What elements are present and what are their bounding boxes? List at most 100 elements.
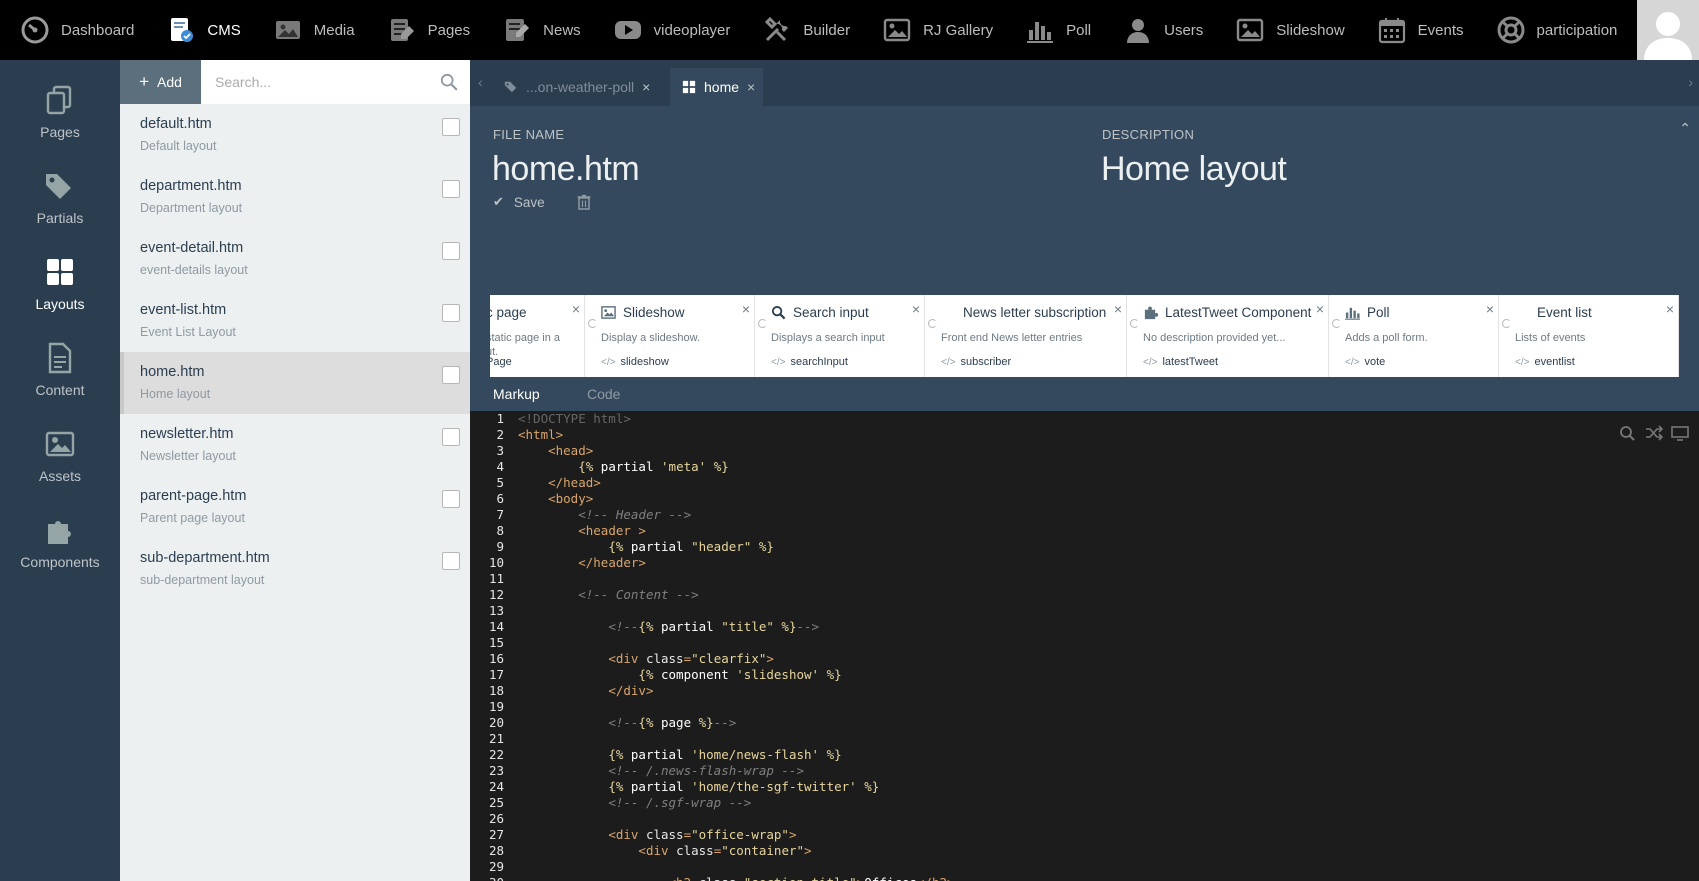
fullscreen-icon[interactable] xyxy=(1671,425,1689,441)
nav-item-news[interactable]: News xyxy=(482,0,593,60)
description-field[interactable]: Home layout xyxy=(1101,150,1287,189)
tab-scroll-right-icon[interactable]: › xyxy=(1688,74,1693,90)
line-number: 20 xyxy=(488,715,504,730)
drag-handle-icon[interactable] xyxy=(758,319,767,328)
list-item[interactable]: default.htm Default layout xyxy=(120,104,470,166)
list-item-checkbox[interactable] xyxy=(442,428,460,446)
nav-item-builder[interactable]: Builder xyxy=(742,0,862,60)
close-icon[interactable]: × xyxy=(1114,301,1122,317)
nav-item-label: participation xyxy=(1536,21,1618,39)
tab-label: home xyxy=(704,79,740,95)
add-button[interactable]: + Add xyxy=(120,60,201,104)
sidebar-item-label: Partials xyxy=(36,210,84,226)
code-line: <div class="office-wrap"> xyxy=(608,827,797,842)
close-icon[interactable]: × xyxy=(1316,301,1324,317)
drag-handle-icon[interactable] xyxy=(928,319,937,328)
drag-handle-icon[interactable] xyxy=(588,319,597,328)
list-item-checkbox[interactable] xyxy=(442,304,460,322)
close-icon[interactable]: × xyxy=(742,301,750,317)
tab-weather-poll[interactable]: ...on-weather-poll × xyxy=(492,68,658,106)
list-item[interactable]: department.htm Department layout xyxy=(120,166,470,228)
code-editor[interactable]: 1 2 3 4 5 6 7 8 9 10 11 12 13 14 15 16 17 18 19 20 21 22 23 24 2… xyxy=(470,411,1699,881)
list-item[interactable]: event-list.htm Event List Layout xyxy=(120,290,470,352)
close-icon[interactable]: × xyxy=(747,79,755,95)
nav-item-rj-gallery[interactable]: RJ Gallery xyxy=(862,0,1005,60)
description-label: DESCRIPTION xyxy=(1102,127,1195,142)
close-icon[interactable]: × xyxy=(572,301,580,317)
list-item[interactable]: event-detail.htm event-details layout xyxy=(120,228,470,290)
sidebar-item-components[interactable]: Components xyxy=(0,514,120,594)
list-item-description: event-details layout xyxy=(140,263,248,277)
cms-icon xyxy=(166,15,196,45)
component-description: Front end News letter entries xyxy=(941,332,1083,344)
collapse-icon[interactable]: ⌃ xyxy=(1679,120,1691,137)
code-icon: </> xyxy=(601,357,616,368)
sidebar-item-pages[interactable]: Pages xyxy=(0,84,120,164)
nav-item-participation[interactable]: participation xyxy=(1476,0,1630,60)
nav-item-slideshow[interactable]: Slideshow xyxy=(1215,0,1356,60)
line-number: 17 xyxy=(488,667,504,682)
list-item[interactable]: newsletter.htm Newsletter layout xyxy=(120,414,470,476)
sidebar-item-partials[interactable]: Partials xyxy=(0,170,120,250)
search-icon[interactable] xyxy=(1619,425,1637,441)
nav-item-label: News xyxy=(543,21,581,39)
drag-handle-icon[interactable] xyxy=(1502,319,1511,328)
nav-item-events[interactable]: Events xyxy=(1357,0,1476,60)
drag-handle-icon[interactable] xyxy=(1130,319,1139,328)
tab-scroll-left-icon[interactable]: ‹ xyxy=(478,74,483,90)
nav-item-dashboard[interactable]: Dashboard xyxy=(0,0,146,60)
nav-item-label: Media xyxy=(313,21,355,39)
search-icon[interactable] xyxy=(440,73,458,91)
close-icon[interactable]: × xyxy=(1666,301,1674,317)
editor-tab-code[interactable]: Code xyxy=(587,386,620,402)
list-item[interactable]: parent-page.htm Parent page layout xyxy=(120,476,470,538)
trash-icon[interactable] xyxy=(577,194,591,210)
nav-item-videoplayer[interactable]: videoplayer xyxy=(593,0,743,60)
list-item-description: Department layout xyxy=(140,201,243,215)
sidebar-item-layouts[interactable]: Layouts xyxy=(0,256,120,336)
image-icon xyxy=(601,305,616,320)
close-icon[interactable]: × xyxy=(642,79,650,95)
save-button[interactable]: ✔ Save xyxy=(493,194,545,210)
nav-item-users[interactable]: Users xyxy=(1103,0,1215,60)
file-name-field[interactable]: home.htm xyxy=(492,150,640,189)
list-item[interactable]: sub-department.htm sub-department layout xyxy=(120,538,470,600)
code-lines[interactable]: <!DOCTYPE html> <html> <head> {% partial … xyxy=(518,411,1699,881)
list-item-checkbox[interactable] xyxy=(442,118,460,136)
code-line: <div class="container"> xyxy=(638,843,812,858)
tab-home[interactable]: home × xyxy=(670,68,764,106)
nav-item-cms[interactable]: CMS xyxy=(146,0,252,60)
gallery-icon xyxy=(882,15,912,45)
list-item-checkbox[interactable] xyxy=(442,180,460,198)
list-item-checkbox[interactable] xyxy=(442,490,460,508)
drag-handle-icon[interactable] xyxy=(1332,319,1341,328)
nav-item-poll[interactable]: Poll xyxy=(1005,0,1103,60)
component-title: LatestTweet Component xyxy=(1143,305,1311,320)
avatar[interactable] xyxy=(1637,0,1699,60)
close-icon[interactable]: × xyxy=(912,301,920,317)
editor-tab-markup[interactable]: Markup xyxy=(493,386,540,402)
list-item-description: Event List Layout xyxy=(140,325,236,339)
list-item-checkbox[interactable] xyxy=(442,366,460,384)
list-item[interactable]: home.htm Home layout xyxy=(120,352,470,414)
sidebar-item-content[interactable]: Content xyxy=(0,342,120,422)
nav-item-pages[interactable]: Pages xyxy=(367,0,483,60)
list-item-checkbox[interactable] xyxy=(442,242,460,260)
code-line: {% partial 'home/news-flash' %} xyxy=(608,747,842,762)
line-number: 25 xyxy=(488,795,504,810)
line-number: 2 xyxy=(496,427,504,442)
list-item-checkbox[interactable] xyxy=(442,552,460,570)
puzzle-icon xyxy=(1143,305,1159,320)
code-line: <header > xyxy=(578,523,646,538)
sidebar-item-assets[interactable]: Assets xyxy=(0,428,120,508)
close-icon[interactable]: × xyxy=(1486,301,1494,317)
list-item-title: parent-page.htm xyxy=(140,488,247,504)
shuffle-icon[interactable] xyxy=(1645,425,1663,441)
search-input[interactable] xyxy=(201,60,470,104)
poll-icon xyxy=(1025,15,1055,45)
component-title: News letter subscription xyxy=(963,305,1107,320)
list-item-title: department.htm xyxy=(140,178,242,194)
line-number: 15 xyxy=(488,635,504,650)
nav-item-media[interactable]: Media xyxy=(253,0,367,60)
add-button-label: Add xyxy=(157,74,182,90)
